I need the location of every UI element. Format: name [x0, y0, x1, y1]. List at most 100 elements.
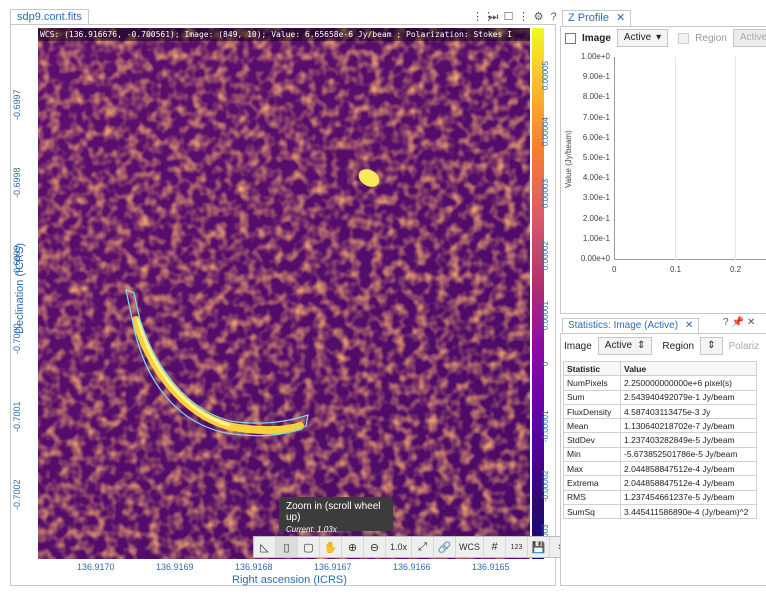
colorbar-tick: -0.00002	[541, 470, 550, 502]
image-select[interactable]: Active ▾	[616, 29, 669, 47]
zoom-in-icon[interactable]: ⊕	[342, 537, 364, 557]
region-label: Region	[695, 32, 727, 44]
colorbar-tick: 0.00005	[541, 61, 550, 90]
tooltip-title: Zoom in (scroll wheel up)	[286, 501, 381, 523]
region-label: Region	[662, 340, 695, 352]
image-canvas[interactable]	[38, 28, 530, 559]
table-row: FluxDensity 4.587403113475e-3 Jy	[563, 403, 757, 420]
statistic-value: 2.543940492079e-1 Jy/beam	[620, 389, 757, 405]
z-profile-tab-label: Z Profile	[568, 12, 609, 24]
x-tick-label: 136.9168	[235, 562, 273, 572]
polarization-label: Polariz	[728, 340, 760, 352]
y-axis-label: Declination (ICRS)	[14, 242, 26, 334]
statistic-value: 1.130640218702e-7 Jy/beam	[620, 418, 757, 434]
table-row: NumPixels 2.250000000000e+6 pixel(s)	[563, 375, 757, 391]
column-header: Value	[620, 360, 757, 377]
z-y-tick: 8.00e-1	[582, 92, 610, 102]
statistic-name: RMS	[563, 489, 621, 505]
colorbar-tick: 0.00002	[541, 241, 550, 270]
x-tick-label: 136.9167	[314, 562, 352, 572]
table-row: Mean 1.130640218702e-7 Jy/beam	[563, 418, 757, 434]
wcs-button[interactable]: WCS	[456, 537, 484, 557]
close-icon[interactable]: ✕	[616, 12, 625, 24]
next-frame-icon[interactable]: ⏭	[487, 11, 500, 24]
table-row: StdDev 1.237403282849e-5 Jy/beam	[563, 432, 757, 448]
grid-line	[675, 57, 676, 260]
zoom-tooltip: Zoom in (scroll wheel up) Current: 1.03x	[279, 497, 393, 534]
statistic-name: Max	[563, 461, 621, 477]
table-row: Min -5.673852501786e-5 Jy/beam	[563, 446, 757, 463]
grid-icon[interactable]: #	[484, 537, 506, 557]
zoom-fit-icon[interactable]: ⤢	[412, 537, 434, 557]
statistic-value: 2.250000000000e+6 pixel(s)	[620, 375, 757, 391]
layout-grid-icon[interactable]: ⋮⋮	[472, 11, 494, 24]
statistic-value: 3.445411586890e-4 (Jy/beam)^2	[620, 503, 757, 520]
table-row: Max 2.044858847512e-4 Jy/beam	[563, 461, 757, 477]
region-select[interactable]: Active	[732, 29, 766, 47]
viewer-toolbar-top: ⋮⋮ ⏭ ☐ ⋮ ⚙ ? ⊗	[472, 10, 575, 24]
y-tick-label: -0.6997	[12, 89, 22, 120]
distance-measure-icon[interactable]: ◺	[254, 537, 276, 557]
link-icon[interactable]: 🔗	[434, 537, 456, 557]
z-y-tick: 1.00e+0	[580, 52, 610, 61]
image-checkbox[interactable]	[565, 32, 576, 44]
pin-icon[interactable]: 📌	[732, 317, 744, 328]
x-tick-label: 136.9166	[393, 562, 431, 572]
gear-icon[interactable]: ⚙	[532, 11, 545, 24]
z-y-tick: 1.00e-1	[582, 233, 610, 243]
region-rectangle-icon[interactable]: ▢	[298, 537, 320, 557]
close-icon[interactable]: ✕	[747, 317, 755, 328]
x-tick-label: 136.9170	[77, 562, 115, 572]
statistic-name: NumPixels	[563, 375, 621, 391]
z-profile-plot[interactable]	[614, 57, 766, 260]
caret-updown-icon: ⇕	[637, 340, 646, 351]
statistics-toolbar: ? 📌 ✕	[723, 317, 755, 328]
colorbar-tick: 0	[541, 361, 550, 366]
column-header: Statistic	[563, 360, 621, 377]
table-row: Extrema 2.044858847512e-4 Jy/beam	[563, 475, 757, 491]
statistic-name: FluxDensity	[563, 403, 621, 420]
tab-z-profile[interactable]: Z Profile ✕	[562, 10, 632, 26]
statistics-table: Statistic Value NumPixels 2.250000000000e…	[563, 360, 757, 520]
region-checkbox[interactable]	[678, 32, 690, 44]
statistics-controls: Image Active ⇕ Region ⇕ Polariz	[564, 336, 759, 356]
help-icon[interactable]: ?	[547, 11, 560, 24]
y-tick-label: -0.6998	[12, 167, 22, 198]
image-select[interactable]: Active ⇕	[597, 337, 653, 355]
pan-hand-icon[interactable]: ✋	[320, 537, 342, 557]
zoom-level-button[interactable]: 1.0x	[386, 537, 412, 557]
statistic-name: SumSq	[563, 503, 621, 520]
save-icon[interactable]: 💾	[528, 537, 550, 557]
region-select[interactable]: ⇕	[700, 337, 723, 355]
y-tick-label: -0.7001	[12, 401, 22, 432]
pointer-icon[interactable]: ▯	[276, 537, 298, 557]
statistic-value: 1.237454661237e-5 Jy/beam	[620, 489, 757, 505]
grid-line	[735, 57, 736, 260]
more-icon[interactable]: ⋮	[517, 11, 530, 24]
caret-updown-icon: ⇕	[707, 340, 716, 351]
cursor-info-bar: WCS: (136.916676, -0.700561); Image: (84…	[38, 28, 530, 41]
z-y-tick: 0.00e+0	[580, 254, 610, 263]
z-y-tick: 2.00e-1	[582, 213, 610, 223]
x-tick-label: 136.9169	[156, 562, 194, 572]
image-toolbar: ◺ ▯ ▢ ✋ ⊕ ⊖ 1.0x ⤢ 🔗 WCS # 123 💾 »	[253, 536, 573, 558]
x-tick-label: 136.9165	[472, 562, 510, 572]
statistic-name: StdDev	[563, 432, 621, 448]
colorbar-tick: 0.00004	[541, 117, 550, 146]
statistic-name: Extrema	[563, 475, 621, 491]
close-icon[interactable]: ✕	[685, 320, 693, 331]
z-y-tick: 7.00e-1	[582, 112, 610, 122]
tab-statistics[interactable]: Statistics: Image (Active) ✕	[562, 318, 700, 333]
image-label: Image	[564, 340, 592, 352]
label-123-button[interactable]: 123	[506, 537, 528, 557]
tab-image-viewer[interactable]: sdp9.cont.fits	[10, 9, 89, 25]
zoom-out-icon[interactable]: ⊖	[364, 537, 386, 557]
statistics-tab-label: Statistics: Image (Active)	[568, 320, 679, 331]
table-row: SumSq 3.445411586890e-4 (Jy/beam)^2	[563, 503, 757, 520]
statistic-value: 1.237403282849e-5 Jy/beam	[620, 432, 757, 448]
colorbar-tick: 0.00003	[541, 179, 550, 208]
astronomical-image[interactable]	[38, 28, 530, 559]
help-icon[interactable]: ?	[723, 317, 729, 328]
single-frame-icon[interactable]: ☐	[502, 11, 515, 24]
statistic-value: 4.587403113475e-3 Jy	[620, 403, 757, 420]
